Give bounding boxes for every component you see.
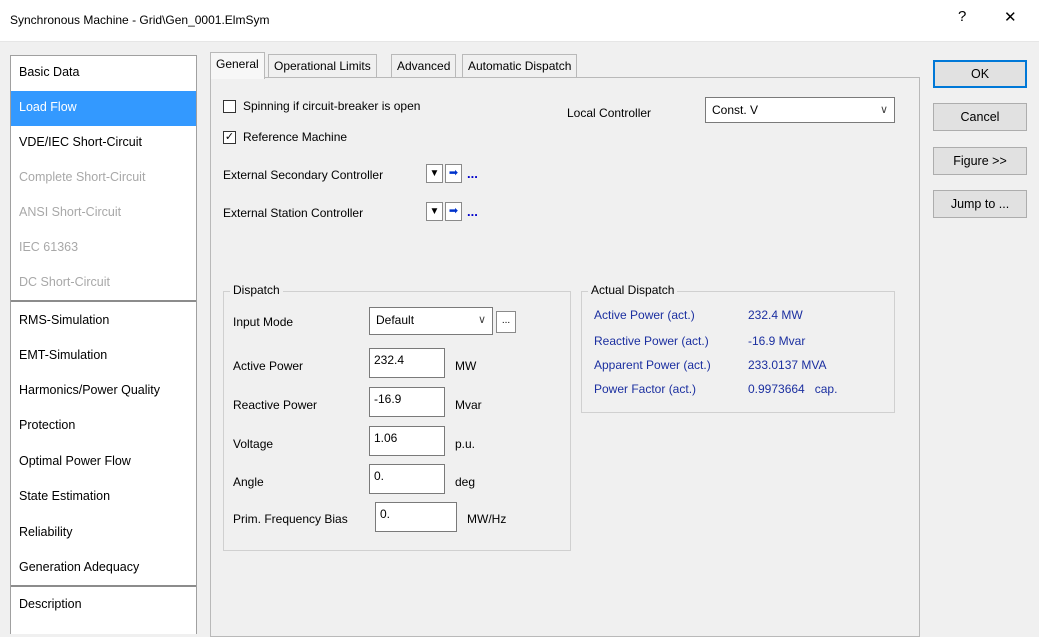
sidebar-item-load-flow[interactable]: Load Flow (11, 91, 196, 126)
tab-panel-general: Spinning if circuit-breaker is open ✓ Re… (210, 77, 920, 637)
actual-active-power-value: 232.4 MW (748, 308, 803, 322)
local-controller-select[interactable]: Const. V ∨ (705, 97, 895, 123)
sidebar-item-complete-short-circuit[interactable]: Complete Short-Circuit (11, 161, 196, 196)
dispatch-group: Dispatch Input Mode Default ∨ ... Active… (223, 283, 571, 551)
jump-to-button[interactable]: Jump to ... (933, 190, 1027, 218)
ext-station-more-link[interactable]: ... (467, 204, 478, 219)
chevron-down-icon: ∨ (477, 314, 486, 326)
sidebar-item-generation-adequacy[interactable]: Generation Adequacy (11, 551, 196, 586)
sidebar-item-optimal-power-flow[interactable]: Optimal Power Flow (11, 445, 196, 480)
active-power-input[interactable]: 232.4 (369, 348, 445, 378)
help-button[interactable]: ? (958, 8, 966, 25)
reactive-power-unit: Mvar (455, 398, 482, 412)
tab-operational-limits[interactable]: Operational Limits (268, 54, 377, 78)
input-mode-select[interactable]: Default ∨ (369, 307, 493, 335)
actual-reactive-power-value: -16.9 Mvar (748, 334, 806, 348)
reactive-power-input[interactable]: -16.9 (369, 387, 445, 417)
ok-button[interactable]: OK (933, 60, 1027, 88)
title-bar: Synchronous Machine - Grid\Gen_0001.ElmS… (0, 0, 1039, 42)
tab-automatic-dispatch[interactable]: Automatic Dispatch (462, 54, 578, 78)
actual-power-factor-value: 0.9973664 cap. (748, 382, 838, 396)
reference-machine-checkbox[interactable]: ✓ (223, 131, 236, 144)
tab-general[interactable]: General (210, 52, 265, 79)
actual-apparent-power-label: Apparent Power (act.) (594, 358, 711, 372)
sidebar-divider (11, 585, 196, 587)
sidebar-item-basic-data[interactable]: Basic Data (11, 56, 196, 91)
local-controller-value: Const. V (712, 103, 759, 117)
freq-bias-label: Prim. Frequency Bias (233, 512, 348, 526)
active-power-unit: MW (455, 359, 477, 373)
angle-label: Angle (233, 475, 264, 489)
ext-secondary-controller-label: External Secondary Controller (223, 168, 384, 182)
window-title: Synchronous Machine - Grid\Gen_0001.ElmS… (10, 13, 270, 27)
ext-secondary-more-link[interactable]: ... (467, 166, 478, 181)
sidebar-item-protection[interactable]: Protection (11, 409, 196, 444)
sidebar-divider (11, 300, 196, 302)
local-controller-label: Local Controller (567, 106, 652, 120)
sidebar-item-harmonics[interactable]: Harmonics/Power Quality (11, 374, 196, 409)
ext-station-controller-label: External Station Controller (223, 206, 364, 220)
select-down-icon[interactable]: ▼ (426, 202, 443, 221)
voltage-unit: p.u. (455, 437, 476, 451)
actual-reactive-power-label: Reactive Power (act.) (594, 334, 709, 348)
actual-active-power-label: Active Power (act.) (594, 308, 695, 322)
voltage-label: Voltage (233, 437, 274, 451)
close-button[interactable]: ✕ (1004, 8, 1017, 26)
select-down-icon[interactable]: ▼ (426, 164, 443, 183)
sidebar-item-state-estimation[interactable]: State Estimation (11, 480, 196, 515)
reactive-power-label: Reactive Power (233, 398, 318, 412)
cancel-button[interactable]: Cancel (933, 103, 1027, 131)
input-mode-value: Default (376, 313, 415, 327)
input-mode-more-button[interactable]: ... (496, 311, 516, 333)
angle-input[interactable]: 0. (369, 464, 445, 494)
jump-arrow-icon[interactable]: ➡ (445, 202, 462, 221)
reference-machine-label: Reference Machine (243, 130, 348, 144)
freq-bias-input[interactable]: 0. (375, 502, 457, 532)
sidebar-item-iec-61363[interactable]: IEC 61363 (11, 231, 196, 266)
active-power-label: Active Power (233, 359, 304, 373)
actual-dispatch-title: Actual Dispatch (588, 283, 678, 297)
jump-arrow-icon[interactable]: ➡ (445, 164, 462, 183)
sidebar-item-ansi-short-circuit[interactable]: ANSI Short-Circuit (11, 196, 196, 231)
sidebar-item-description[interactable]: Description (11, 588, 196, 623)
actual-apparent-power-value: 233.0137 MVA (748, 358, 827, 372)
sidebar-item-rms-simulation[interactable]: RMS-Simulation (11, 304, 196, 339)
tab-advanced[interactable]: Advanced (391, 54, 457, 78)
sidebar-item-vde-iec-short-circuit[interactable]: VDE/IEC Short-Circuit (11, 126, 196, 161)
voltage-input[interactable]: 1.06 (369, 426, 445, 456)
figure-button[interactable]: Figure >> (933, 147, 1027, 175)
sidebar: Basic Data Load Flow VDE/IEC Short-Circu… (10, 55, 197, 634)
spinning-checkbox[interactable] (223, 100, 236, 113)
check-mark-icon: ✓ (224, 131, 235, 143)
input-mode-label: Input Mode (233, 315, 294, 329)
actual-dispatch-group: Actual Dispatch Active Power (act.) 232.… (581, 283, 895, 413)
sidebar-item-dc-short-circuit[interactable]: DC Short-Circuit (11, 266, 196, 301)
chevron-down-icon: ∨ (879, 104, 888, 116)
freq-bias-unit: MW/Hz (467, 512, 507, 526)
spinning-label: Spinning if circuit-breaker is open (243, 99, 421, 113)
angle-unit: deg (455, 475, 476, 489)
sidebar-item-reliability[interactable]: Reliability (11, 516, 196, 551)
dispatch-title: Dispatch (230, 283, 283, 297)
sidebar-item-emt-simulation[interactable]: EMT-Simulation (11, 339, 196, 374)
actual-power-factor-label: Power Factor (act.) (594, 382, 697, 396)
